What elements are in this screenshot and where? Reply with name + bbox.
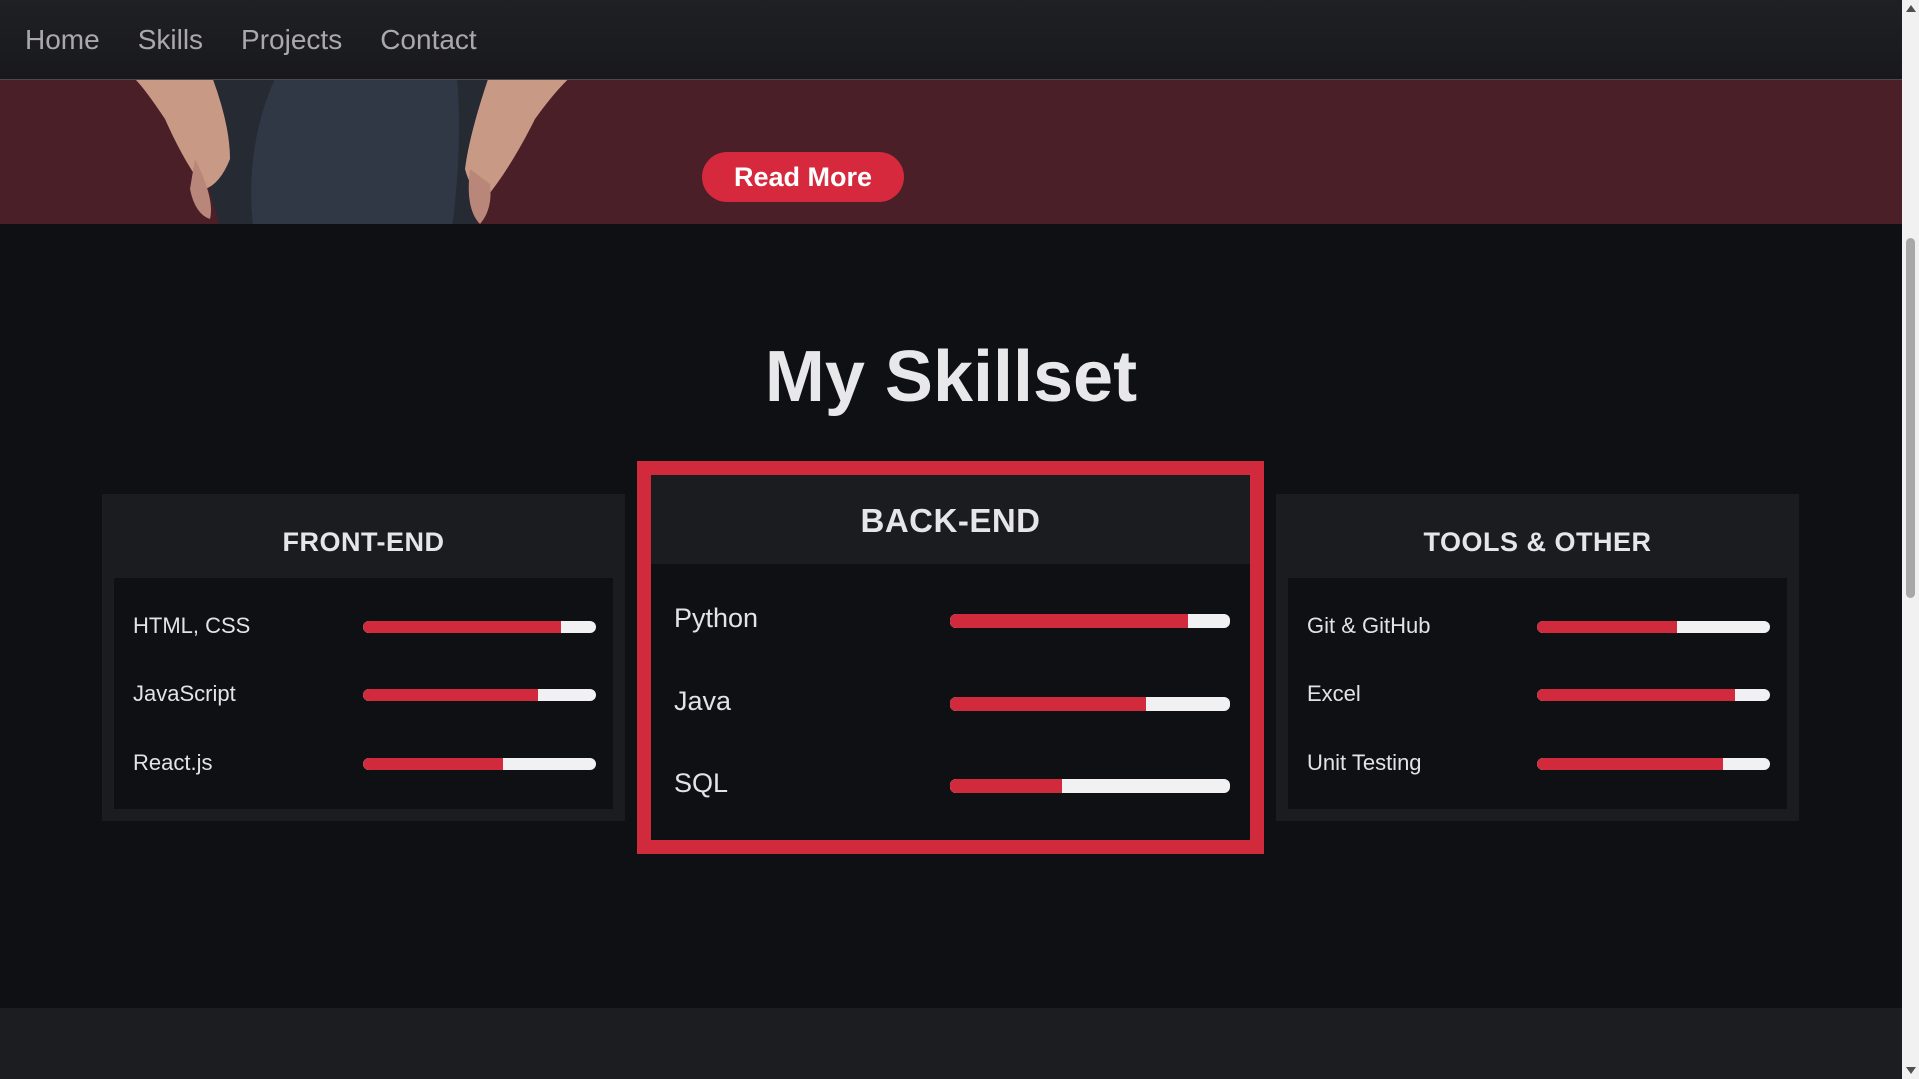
scroll-thumb[interactable] [1906, 238, 1915, 598]
hero-section: Read More [0, 79, 1902, 224]
skill-progress-bar [950, 697, 1230, 711]
skill-progress-bar [1537, 621, 1770, 633]
skill-progress-bar [950, 614, 1230, 628]
skill-row: Unit Testing [1288, 742, 1787, 782]
skill-progress-fill [950, 697, 1146, 711]
skill-progress-fill [950, 614, 1188, 628]
nav-contact-link[interactable]: Contact [380, 24, 477, 56]
card-title: FRONT-END [282, 527, 445, 557]
skill-progress-bar [1537, 758, 1770, 770]
skill-progress-fill [1537, 621, 1677, 633]
vertical-scrollbar[interactable] [1902, 0, 1919, 1079]
skill-progress-bar [363, 758, 596, 770]
skill-row: Git & GitHub [1288, 605, 1787, 645]
nav-home-link[interactable]: Home [25, 24, 100, 56]
nav-projects-link[interactable]: Projects [241, 24, 342, 56]
skill-label: JavaScript [133, 681, 236, 706]
skill-progress-fill [950, 779, 1062, 793]
skill-card-tools-other: TOOLS & OTHER Git & GitHub Excel Unit Te… [1276, 494, 1799, 821]
skill-label: SQL [674, 768, 729, 798]
skill-label: Excel [1307, 681, 1361, 706]
skill-progress-bar [1537, 689, 1770, 701]
skill-row: Python [651, 599, 1250, 639]
scroll-down-arrow-icon[interactable] [1906, 1067, 1916, 1074]
skill-progress-fill [1537, 758, 1724, 770]
skill-progress-fill [363, 689, 538, 701]
nav-skills-link[interactable]: Skills [138, 24, 203, 56]
page: Home Skills Projects Contact Read More M… [0, 0, 1902, 1079]
skills-section: My Skillset FRONT-END HTML, CSS JavaScri… [0, 224, 1902, 1008]
skill-card-back-end: BACK-END Python Java SQL [637, 461, 1264, 854]
skill-card-front-end: FRONT-END HTML, CSS JavaScript React.js [102, 494, 625, 821]
skill-row: HTML, CSS [114, 605, 613, 645]
card-header: BACK-END [651, 475, 1250, 564]
skill-row: React.js [114, 742, 613, 782]
skill-list: Git & GitHub Excel Unit Testing [1288, 578, 1787, 809]
skill-label: Python [674, 603, 759, 633]
skill-progress-bar [363, 689, 596, 701]
card-title: BACK-END [860, 502, 1041, 539]
section-title: My Skillset [764, 337, 1138, 417]
card-inner: BACK-END Python Java SQL [651, 475, 1250, 840]
card-title: TOOLS & OTHER [1423, 527, 1652, 557]
skill-progress-fill [363, 758, 503, 770]
skill-progress-fill [363, 621, 562, 633]
skill-row: Excel [1288, 673, 1787, 713]
skill-label: HTML, CSS [133, 613, 251, 638]
skill-list: HTML, CSS JavaScript React.js [114, 578, 613, 809]
profile-photo [135, 79, 569, 224]
footer-band [0, 1008, 1902, 1079]
read-more-button[interactable]: Read More [702, 152, 904, 202]
skill-label: React.js [133, 750, 213, 775]
skill-row: JavaScript [114, 673, 613, 713]
top-navbar: Home Skills Projects Contact [0, 0, 1902, 80]
skill-progress-bar [950, 779, 1230, 793]
skill-label: Unit Testing [1307, 750, 1422, 775]
skill-progress-fill [1537, 689, 1736, 701]
scroll-up-arrow-icon[interactable] [1906, 5, 1916, 12]
skill-label: Java [674, 686, 732, 716]
skill-row: SQL [651, 764, 1250, 804]
skill-progress-bar [363, 621, 596, 633]
skill-row: Java [651, 682, 1250, 722]
skill-label: Git & GitHub [1307, 613, 1431, 638]
